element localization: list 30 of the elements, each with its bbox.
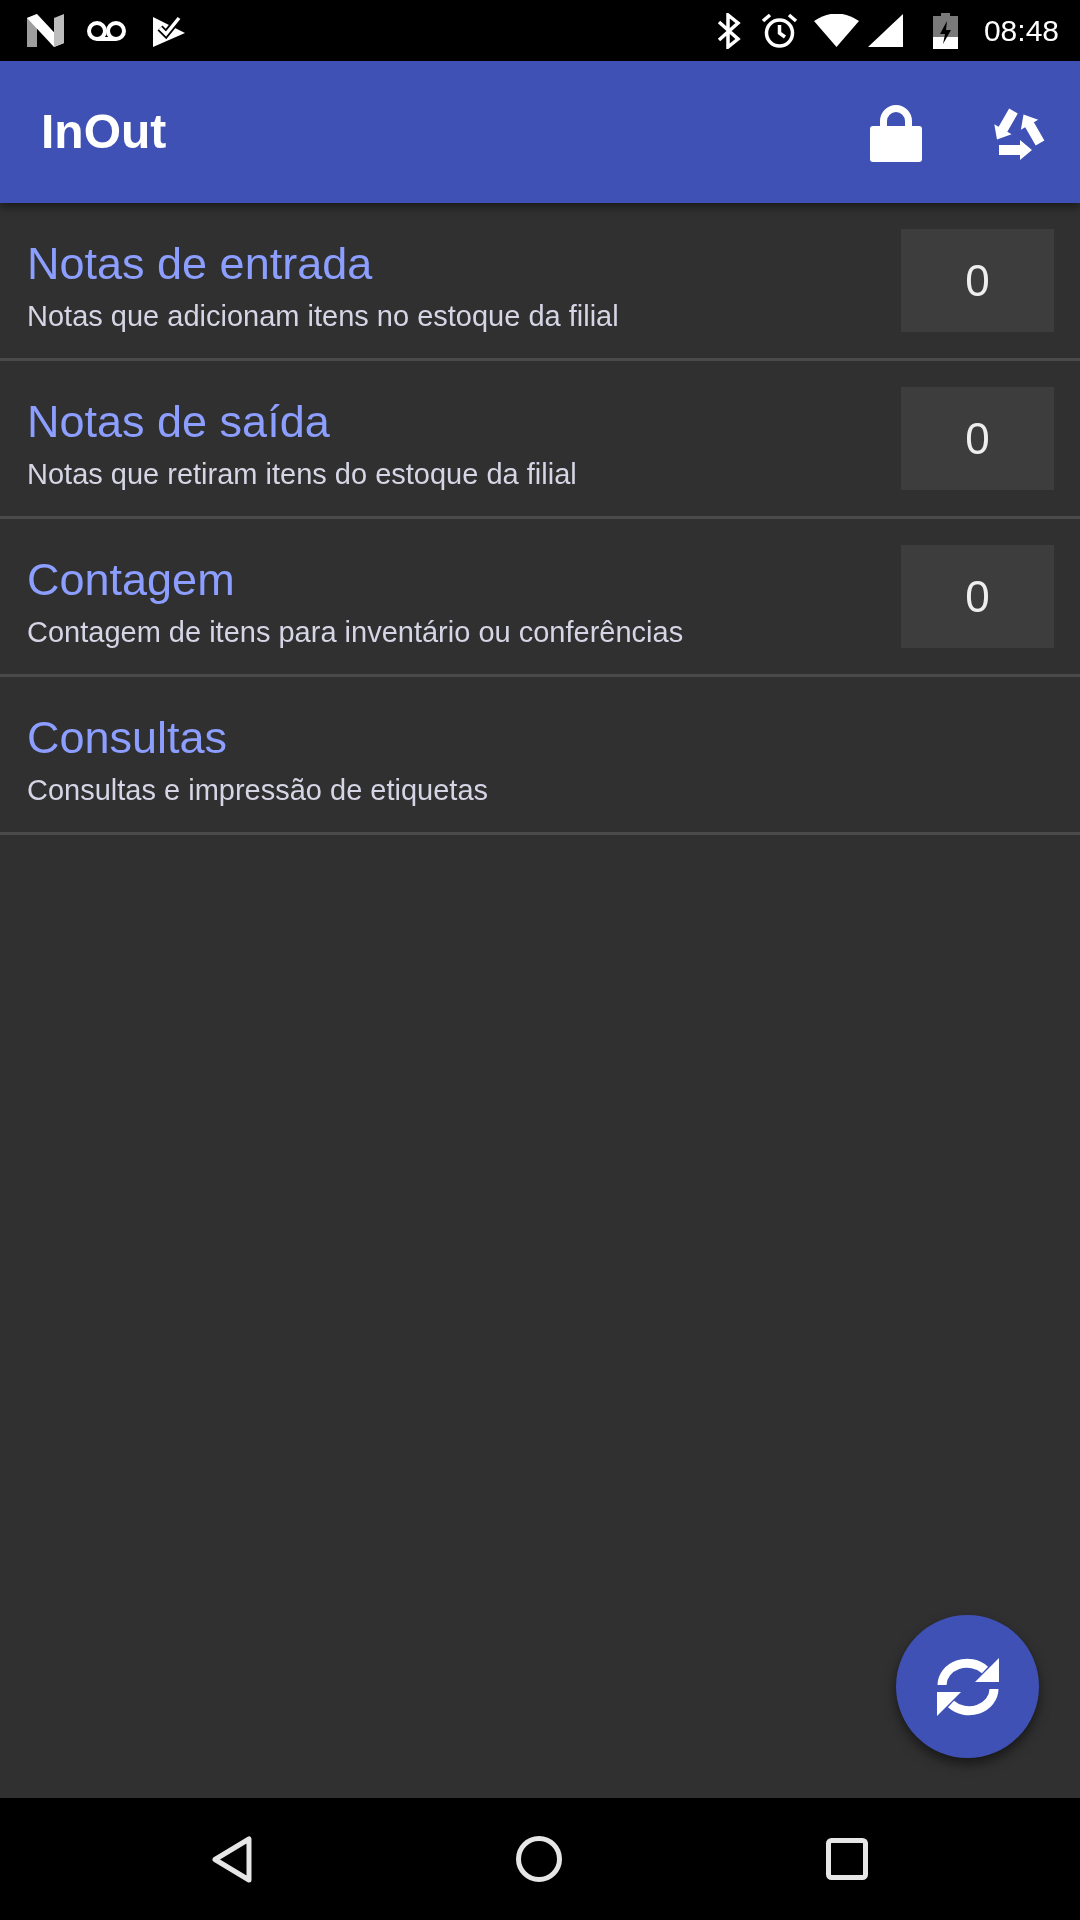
item-count: 0	[901, 387, 1054, 490]
n-logo-icon	[27, 14, 64, 47]
voicemail-icon	[87, 20, 126, 41]
recents-icon[interactable]	[826, 1838, 868, 1880]
menu-item[interactable]: Contagem Contagem de itens para inventário ou conferências 0	[0, 519, 1080, 677]
menu-item[interactable]: Notas de entrada Notas que adicionam itens no estoque da filial 0	[0, 203, 1080, 361]
item-count: 0	[901, 545, 1054, 648]
item-description: Notas que adicionam itens no estoque da filial	[27, 298, 619, 334]
signal-icon	[867, 14, 903, 47]
refresh-icon	[936, 1657, 999, 1716]
item-count: 0	[901, 229, 1054, 332]
item-description: Contagem de itens para inventário ou conferências	[27, 614, 684, 650]
home-icon[interactable]	[516, 1836, 562, 1882]
item-title: Contagem	[27, 554, 235, 606]
alarm-clock-icon	[760, 12, 798, 49]
bluetooth-icon	[716, 12, 741, 49]
menu-item[interactable]: Notas de saída Notas que retiram itens do estoque da filial 0	[0, 361, 1080, 519]
item-title: Consultas	[27, 712, 228, 764]
menu-item[interactable]: Consultas Consultas e impressão de etiquetas	[0, 677, 1080, 835]
lock-icon[interactable]	[870, 102, 922, 162]
wifi-icon	[813, 14, 859, 47]
app-title: InOut	[41, 108, 167, 156]
status-time: 08:48	[983, 15, 1059, 46]
item-description: Notas que retiram itens do estoque da filial	[27, 456, 577, 492]
item-title: Notas de saída	[27, 396, 330, 448]
item-description: Consultas e impressão de etiquetas	[27, 772, 489, 808]
checkmark-icon	[153, 14, 185, 47]
battery-charging-icon	[932, 12, 958, 49]
back-icon[interactable]	[212, 1835, 252, 1883]
item-title: Notas de entrada	[27, 238, 373, 290]
